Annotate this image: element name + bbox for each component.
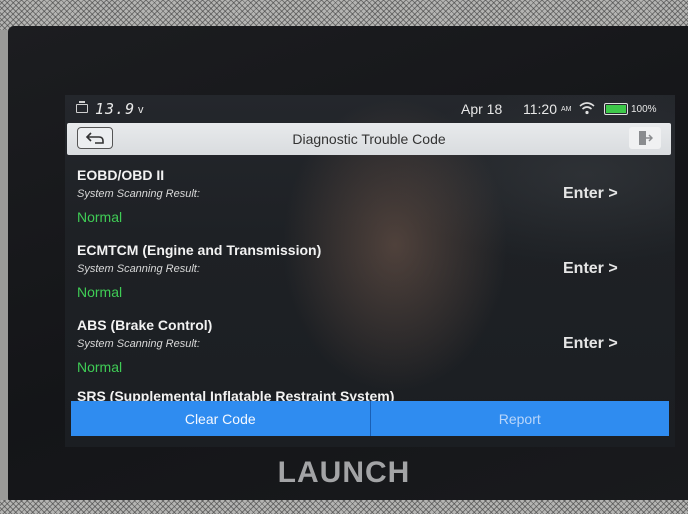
scan-result-status: Normal [77,209,123,225]
system-name: ABS (Brake Control) [77,317,213,333]
enter-button[interactable]: Enter > [563,260,618,278]
wifi-icon [579,102,595,115]
device-bottom-edge [0,500,688,514]
voltage-unit: v [138,104,144,116]
vehicle-battery-icon [76,101,88,113]
scan-result-label: System Scanning Result: [77,338,200,350]
voltage-value: 13.9 [95,100,136,118]
list-item: EOBD/OBD II System Scanning Result: Norm… [65,155,675,230]
page-title: Diagnostic Trouble Code [292,131,446,147]
scan-result-status: Normal [77,359,123,375]
scan-result-label: System Scanning Result: [77,188,200,200]
report-button[interactable]: Report [371,401,670,436]
list-item: ABS (Brake Control) System Scanning Resu… [65,305,675,380]
system-name: ECMTCM (Engine and Transmission) [77,242,322,258]
exit-icon [639,131,653,145]
battery-icon [604,103,628,115]
clear-code-button[interactable]: Clear Code [71,401,371,436]
brand-logo: LAUNCH [277,456,411,489]
action-bar: Clear Code Report [71,401,669,436]
status-ampm: AM [561,106,572,113]
exit-button[interactable] [629,127,661,149]
screen: 13.9 v Apr 18 11:20 AM 100% Diagnostic T… [65,95,675,447]
status-time: 11:20 [523,101,557,117]
title-bar: Diagnostic Trouble Code [67,123,671,155]
battery-percent: 100% [631,104,657,115]
list-item: ECMTCM (Engine and Transmission) System … [65,230,675,305]
scan-result-status: Normal [77,284,123,300]
scan-result-label: System Scanning Result: [77,263,200,275]
system-name: EOBD/OBD II [77,167,165,183]
status-date: Apr 18 [461,101,503,117]
status-bar: 13.9 v Apr 18 11:20 AM 100% [65,95,675,123]
enter-button[interactable]: Enter > [563,185,618,203]
enter-button[interactable]: Enter > [563,335,618,353]
